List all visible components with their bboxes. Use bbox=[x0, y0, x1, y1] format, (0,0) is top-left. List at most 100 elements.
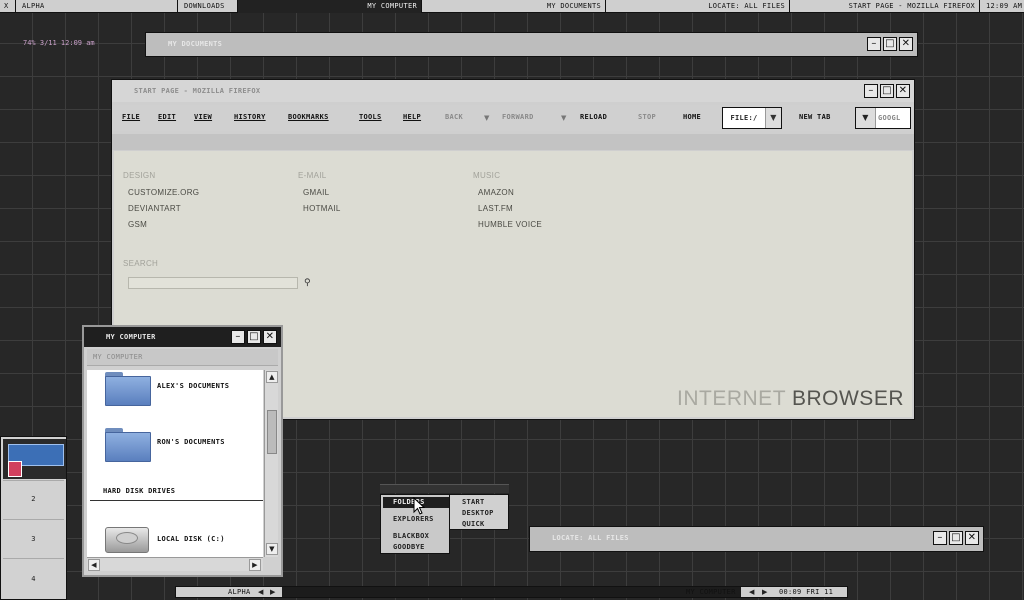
folder-item[interactable]: ALEX'S DOCUMENTS bbox=[87, 370, 263, 416]
scroll-down-icon[interactable]: ▼ bbox=[266, 543, 278, 555]
link-customize[interactable]: CUSTOMIZE.ORG bbox=[128, 188, 199, 197]
bottom-toolbar: ALPHA ◀ ▶ MY COMPUTER ◀ ▶ 00:09 FRI 11 M… bbox=[175, 586, 848, 600]
maximize-icon[interactable]: □ bbox=[880, 84, 894, 98]
window-title[interactable]: LOCATE: ALL FILES bbox=[530, 527, 983, 549]
engine-dropdown-icon[interactable]: ▼ bbox=[856, 108, 876, 128]
minimize-icon[interactable]: – bbox=[867, 37, 881, 51]
workspace-alpha[interactable]: ALPHA bbox=[16, 0, 178, 13]
link-lastfm[interactable]: LAST.FM bbox=[478, 204, 513, 213]
scroll-left-icon[interactable]: ◀ bbox=[88, 559, 100, 571]
locate-task[interactable]: LOCATE: ALL FILES bbox=[606, 0, 790, 13]
close-icon[interactable]: ✕ bbox=[896, 84, 910, 98]
close-icon[interactable]: X bbox=[0, 0, 16, 13]
minimize-icon[interactable]: – bbox=[864, 84, 878, 98]
email-heading: E-MAIL bbox=[298, 171, 327, 180]
workspace-3[interactable]: 3 bbox=[1, 535, 66, 543]
menu-explorers[interactable]: EXPLORERS bbox=[393, 515, 434, 523]
hard-disk-icon[interactable] bbox=[105, 527, 149, 553]
scroll-up-icon[interactable]: ▲ bbox=[266, 371, 278, 383]
menu-file[interactable]: FILE bbox=[122, 113, 140, 121]
menu-edit[interactable]: EDIT bbox=[158, 113, 176, 121]
search-engine-name[interactable]: GOOGl bbox=[876, 108, 901, 128]
menu-view[interactable]: VIEW bbox=[194, 113, 212, 121]
horizontal-scrollbar[interactable]: ◀ ▶ bbox=[87, 557, 263, 571]
close-icon[interactable]: ✕ bbox=[263, 330, 277, 344]
mouse-pointer-icon bbox=[413, 497, 425, 515]
window-title[interactable]: START PAGE - MOZILLA FIREFOX bbox=[112, 80, 914, 102]
close-icon[interactable]: ✕ bbox=[899, 37, 913, 51]
system-info: 74% 3/11 12:09 am bbox=[23, 39, 95, 47]
menu-bar: FILE EDIT VIEW HISTORY BOOKMARKS TOOLS H… bbox=[112, 105, 914, 131]
current-task[interactable]: MY COMPUTER bbox=[686, 587, 736, 597]
maximize-icon[interactable]: □ bbox=[883, 37, 897, 51]
menu-blackbox[interactable]: BLACKBOX bbox=[393, 532, 429, 540]
disk-label[interactable]: LOCAL DISK (C:) bbox=[157, 535, 225, 543]
workspace-1-preview[interactable] bbox=[3, 439, 66, 479]
submenu-quick[interactable]: QUICK bbox=[462, 520, 485, 528]
music-heading: MUSIC bbox=[473, 171, 501, 180]
search-engine-box[interactable]: ▼ GOOGl bbox=[855, 107, 911, 129]
workspace-name: ALPHA bbox=[228, 588, 251, 596]
bottom-clock: 00:09 FRI 11 MAR bbox=[779, 588, 834, 600]
scroll-thumb[interactable] bbox=[267, 410, 277, 454]
workspace-2[interactable]: 2 bbox=[1, 495, 66, 503]
address-bar[interactable]: MY COMPUTER bbox=[87, 349, 278, 366]
locate-window: LOCATE: ALL FILES – □ ✕ bbox=[529, 526, 984, 552]
submenu-desktop[interactable]: DESKTOP bbox=[462, 509, 494, 517]
window-title[interactable]: MY DOCUMENTS bbox=[146, 33, 917, 55]
my-documents-task[interactable]: MY DOCUMENTS bbox=[422, 0, 606, 13]
link-hotmail[interactable]: HOTMAIL bbox=[303, 204, 341, 213]
workspace-4[interactable]: 4 bbox=[1, 575, 66, 583]
minimize-icon[interactable]: – bbox=[231, 330, 245, 344]
menu-tools[interactable]: TOOLS bbox=[359, 113, 382, 121]
maximize-icon[interactable]: □ bbox=[247, 330, 261, 344]
maximize-icon[interactable]: □ bbox=[949, 531, 963, 545]
divider bbox=[90, 500, 263, 501]
back-dropdown-icon[interactable]: ▼ bbox=[484, 114, 490, 122]
design-heading: DESIGN bbox=[123, 171, 156, 180]
url-dropdown-icon[interactable]: ▼ bbox=[765, 108, 781, 128]
my-computer-window: MY COMPUTER – □ ✕ MY COMPUTER ALEX'S DOC… bbox=[82, 325, 283, 577]
submenu-start[interactable]: START bbox=[462, 498, 485, 506]
forward-button[interactable]: FORWARD bbox=[502, 113, 534, 121]
downloads-task[interactable]: DOWNLOADS bbox=[178, 0, 238, 13]
home-button[interactable]: HOME bbox=[683, 113, 701, 121]
prev-task-icon[interactable]: ◀ bbox=[749, 587, 755, 597]
next-workspace-icon[interactable]: ▶ bbox=[270, 587, 276, 597]
menu-help[interactable]: HELP bbox=[403, 113, 421, 121]
menu-history[interactable]: HISTORY bbox=[234, 113, 266, 121]
next-task-icon[interactable]: ▶ bbox=[762, 587, 768, 597]
link-humble-voice[interactable]: HUMBLE VOICE bbox=[478, 220, 542, 229]
stop-button[interactable]: STOP bbox=[638, 113, 656, 121]
link-amazon[interactable]: AMAZON bbox=[478, 188, 514, 197]
back-button[interactable]: BACK bbox=[445, 113, 463, 121]
new-tab-button[interactable]: NEW TAB bbox=[799, 113, 831, 121]
folder-icon bbox=[105, 372, 151, 406]
url-value[interactable]: FILE:/ bbox=[723, 108, 765, 128]
brand-text-dark: BROWSER bbox=[791, 387, 904, 410]
link-gsm[interactable]: GSM bbox=[128, 220, 147, 229]
close-icon[interactable]: ✕ bbox=[965, 531, 979, 545]
vertical-scrollbar[interactable]: ▲ ▼ bbox=[264, 370, 278, 557]
reload-button[interactable]: RELOAD bbox=[580, 113, 607, 121]
brand-text-light: INTERNET bbox=[677, 387, 786, 410]
link-deviantart[interactable]: DEVIANTART bbox=[128, 204, 181, 213]
prev-workspace-icon[interactable]: ◀ bbox=[258, 587, 264, 597]
my-documents-window: MY DOCUMENTS – □ ✕ bbox=[145, 32, 918, 57]
folder-item[interactable]: RON'S DOCUMENTS bbox=[87, 426, 263, 472]
folder-label: RON'S DOCUMENTS bbox=[157, 438, 225, 446]
search-icon[interactable]: ⚲ bbox=[304, 278, 311, 288]
file-list: ALEX'S DOCUMENTS RON'S DOCUMENTS HARD DI… bbox=[87, 370, 263, 557]
my-computer-task[interactable]: MY COMPUTER bbox=[238, 0, 422, 13]
search-input[interactable] bbox=[128, 277, 298, 289]
minimize-icon[interactable]: – bbox=[933, 531, 947, 545]
link-gmail[interactable]: GMAIL bbox=[303, 188, 329, 197]
menu-bookmarks[interactable]: BOOKMARKS bbox=[288, 113, 329, 121]
url-field[interactable]: FILE:/ ▼ bbox=[722, 107, 782, 129]
firefox-task[interactable]: START PAGE - MOZILLA FIREFOX bbox=[790, 0, 980, 13]
folder-icon bbox=[105, 428, 151, 462]
folder-label: ALEX'S DOCUMENTS bbox=[157, 382, 230, 390]
menu-goodbye[interactable]: GOODBYE bbox=[393, 543, 425, 551]
forward-dropdown-icon[interactable]: ▼ bbox=[561, 114, 567, 122]
scroll-right-icon[interactable]: ▶ bbox=[249, 559, 261, 571]
